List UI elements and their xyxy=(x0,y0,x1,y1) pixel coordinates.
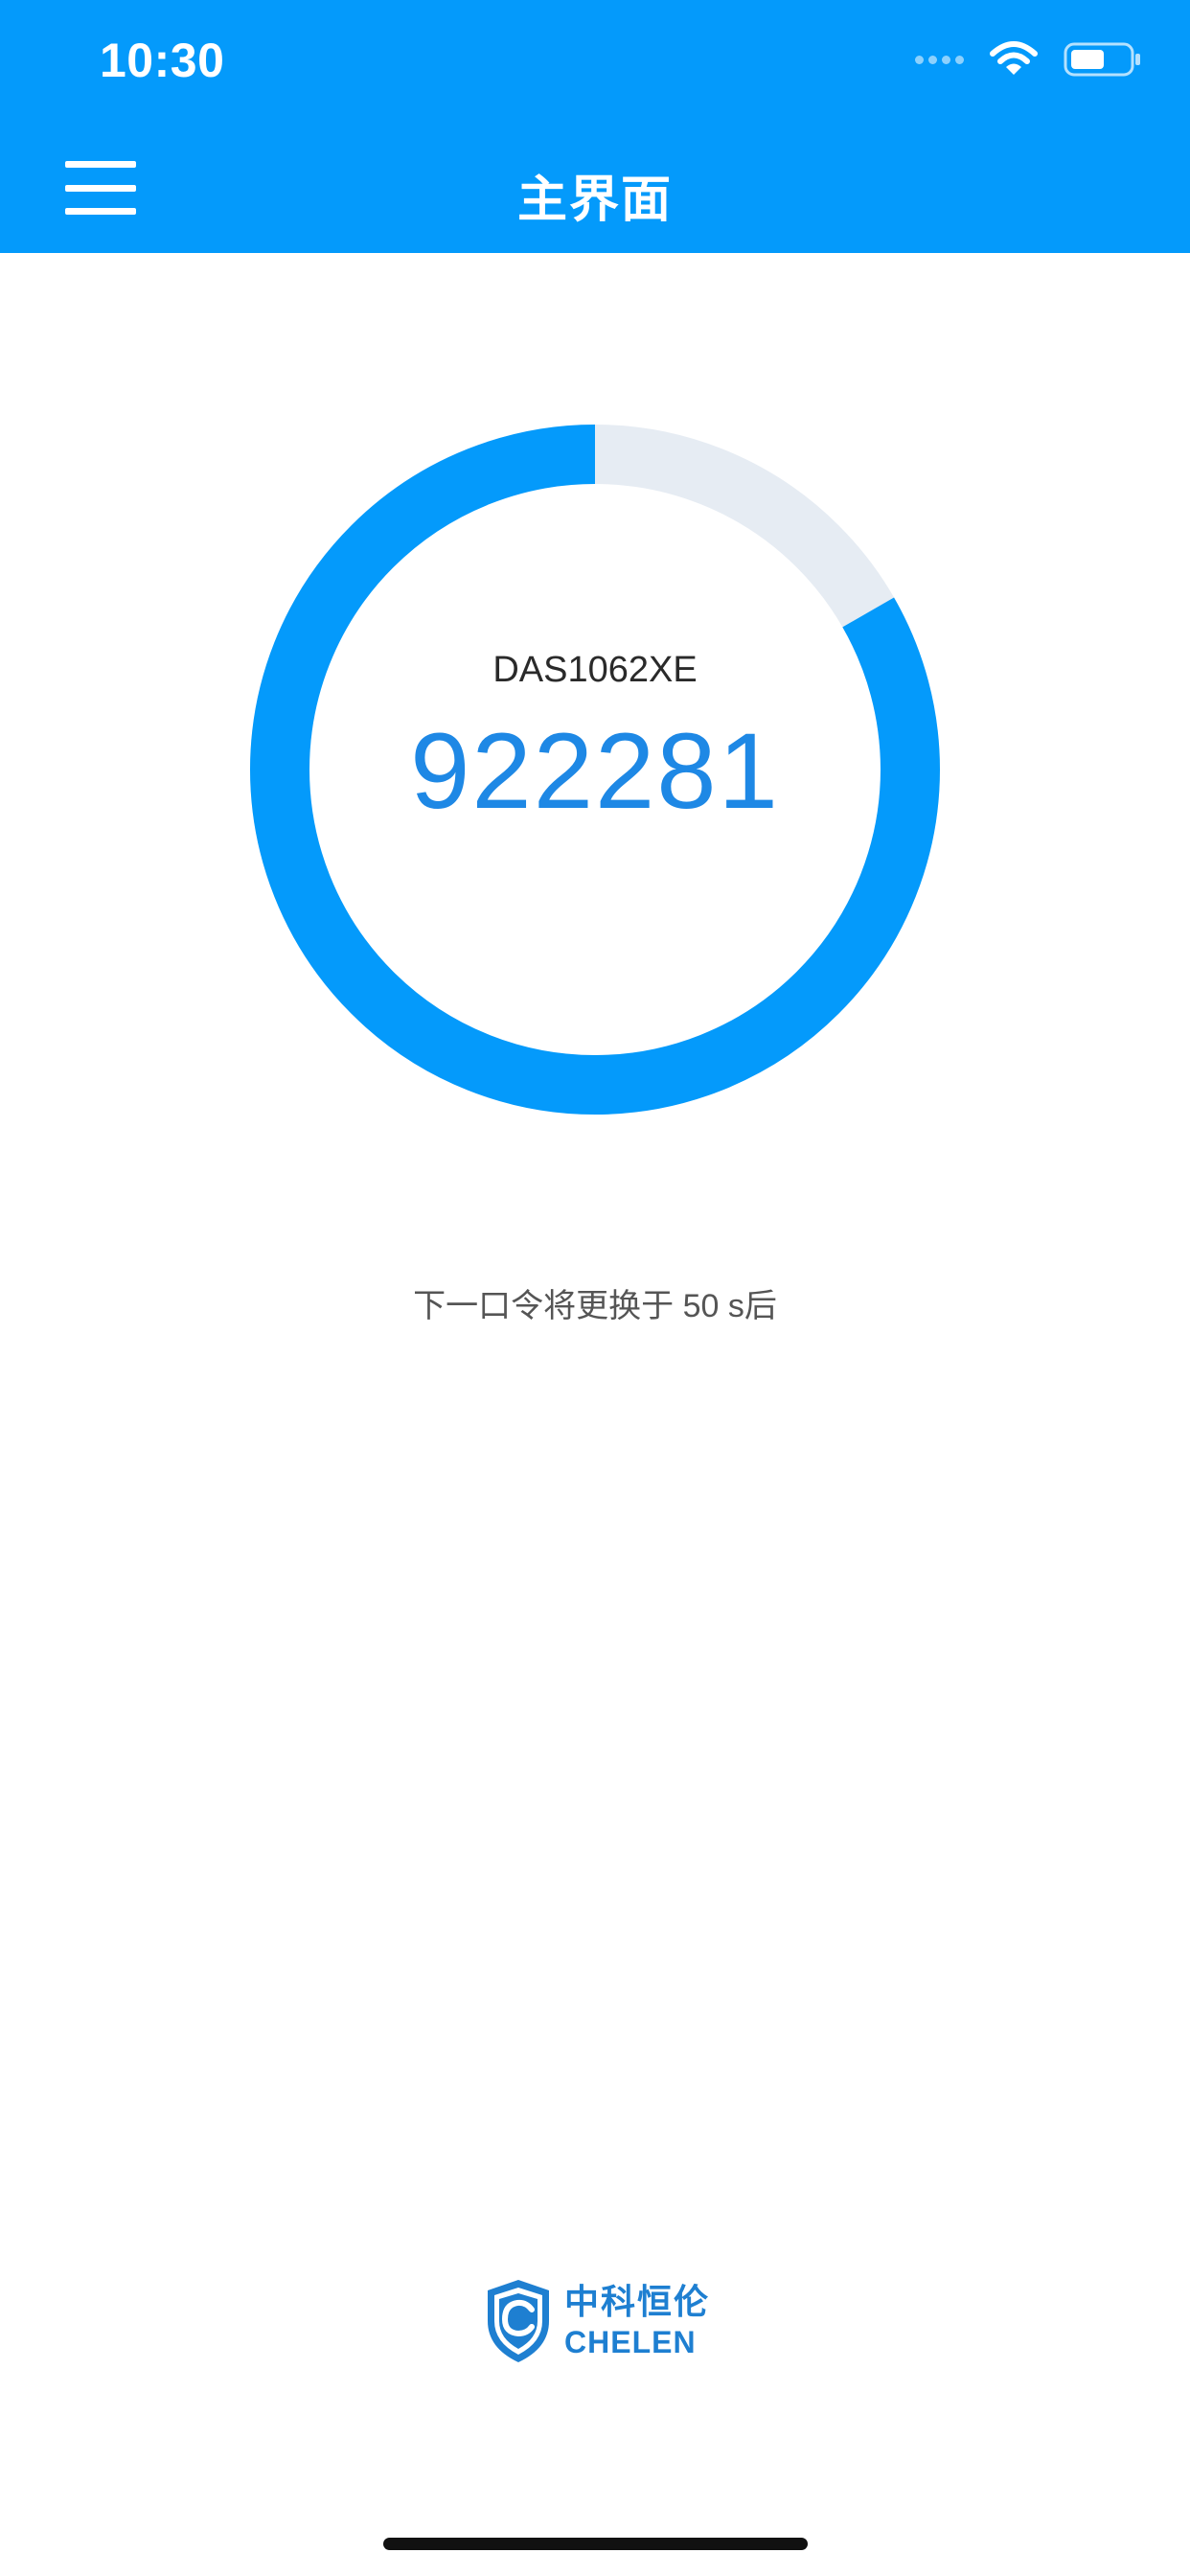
status-time: 10:30 xyxy=(100,34,225,87)
home-indicator[interactable] xyxy=(383,2538,808,2550)
page-title: 主界面 xyxy=(516,172,673,228)
status-icons xyxy=(915,40,1142,79)
logo-en-text: CHELEN xyxy=(564,2325,697,2359)
logo-cn-text: 中科恒伦 xyxy=(564,2282,711,2321)
shield-c-logo-icon xyxy=(488,2280,549,2362)
token-name: DAS1062XE xyxy=(492,650,698,690)
countdown-text: 下一口令将更换于 50 s后 xyxy=(413,1288,777,1324)
battery-icon xyxy=(1064,42,1140,77)
app-header: 10:30 主界面 xyxy=(0,0,1190,253)
wifi-icon xyxy=(990,41,1038,75)
cellular-signal-icon xyxy=(915,55,964,64)
company-logo: 中科恒伦 CHELEN xyxy=(484,2277,710,2365)
token-code: 922281 xyxy=(410,711,780,831)
